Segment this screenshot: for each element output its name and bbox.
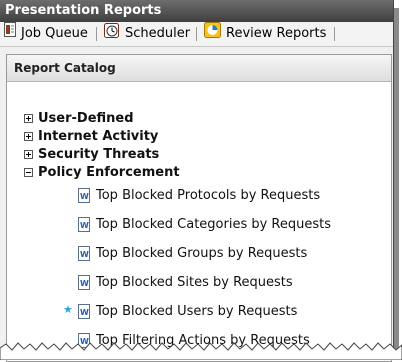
job-queue-icon bbox=[4, 22, 16, 46]
job-queue-button[interactable]: Job Queue bbox=[4, 22, 88, 46]
review-reports-label: Review Reports bbox=[226, 26, 327, 41]
expand-icon[interactable] bbox=[24, 114, 33, 123]
report-item-groups[interactable]: W Top Blocked Groups by Requests bbox=[78, 246, 307, 261]
report-item-protocols[interactable]: W Top Blocked Protocols by Requests bbox=[78, 188, 320, 203]
word-document-icon: W bbox=[78, 275, 90, 290]
word-document-icon: W bbox=[78, 188, 90, 203]
report-label: Top Blocked Sites by Requests bbox=[96, 275, 293, 290]
toolbar-separator bbox=[334, 27, 335, 41]
review-reports-button[interactable]: Review Reports bbox=[204, 21, 327, 47]
job-queue-label: Job Queue bbox=[21, 26, 88, 41]
star-icon: ★ bbox=[63, 303, 73, 316]
category-label: Security Threats bbox=[38, 147, 160, 162]
report-label: Top Blocked Categories by Requests bbox=[96, 217, 332, 232]
tree-category-policy-enforcement[interactable]: Policy Enforcement bbox=[24, 165, 180, 180]
clock-icon bbox=[104, 22, 120, 47]
category-label: User-Defined bbox=[38, 111, 134, 126]
category-label: Policy Enforcement bbox=[38, 165, 180, 180]
panel-title: Report Catalog bbox=[7, 55, 391, 82]
scheduler-button[interactable]: Scheduler bbox=[104, 22, 190, 46]
category-label: Internet Activity bbox=[38, 129, 159, 144]
report-item-users[interactable]: W Top Blocked Users by Requests bbox=[78, 304, 297, 319]
review-reports-icon bbox=[204, 21, 221, 47]
report-item-categories[interactable]: W Top Blocked Categories by Requests bbox=[78, 217, 331, 232]
toolbar: Job Queue Scheduler Review Reports bbox=[0, 21, 393, 47]
report-label: Top Blocked Groups by Requests bbox=[96, 246, 308, 261]
tree-category-security-threats[interactable]: Security Threats bbox=[24, 147, 159, 162]
tree-category-internet-activity[interactable]: Internet Activity bbox=[24, 129, 158, 144]
toolbar-separator bbox=[96, 27, 97, 41]
scheduler-label: Scheduler bbox=[125, 26, 191, 41]
word-document-icon: W bbox=[78, 304, 90, 319]
collapse-icon[interactable] bbox=[24, 168, 33, 177]
window-title: Presentation Reports bbox=[0, 0, 393, 22]
tree-category-user-defined[interactable]: User-Defined bbox=[24, 111, 134, 126]
word-document-icon: W bbox=[78, 217, 90, 232]
report-label: Top Blocked Users by Requests bbox=[96, 304, 298, 319]
expand-icon[interactable] bbox=[24, 132, 33, 141]
toolbar-separator bbox=[196, 27, 197, 41]
expand-icon[interactable] bbox=[24, 150, 33, 159]
word-document-icon: W bbox=[78, 246, 90, 261]
report-item-sites[interactable]: W Top Blocked Sites by Requests bbox=[78, 275, 293, 290]
report-label: Top Blocked Protocols by Requests bbox=[96, 188, 321, 203]
torn-edge bbox=[0, 342, 402, 360]
presentation-reports-window: Presentation Reports Job Queue Scheduler… bbox=[0, 0, 394, 362]
